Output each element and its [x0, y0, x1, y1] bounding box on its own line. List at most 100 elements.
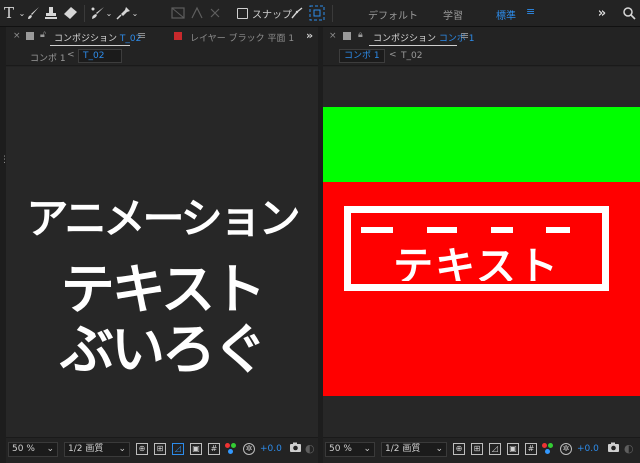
breadcrumb-arrow-icon: < — [67, 50, 75, 60]
fast-preview-icon[interactable]: ⊕ — [136, 443, 148, 455]
transparency-grid-icon[interactable]: ⊞ — [471, 443, 483, 455]
snap-options-icon[interactable] — [290, 4, 304, 23]
close-tab-icon[interactable]: × — [13, 31, 21, 41]
zoom-dropdown[interactable]: 50 % ⌄ — [8, 442, 58, 457]
animated-text: テキスト — [393, 247, 560, 281]
tab-menu-icon[interactable]: ≡ — [137, 29, 146, 42]
snapshot-camera-icon[interactable] — [607, 442, 620, 456]
type-tool-icon[interactable]: T — [2, 4, 16, 23]
exposure-value[interactable]: +0.0 — [577, 444, 599, 454]
after-effects-window: T ⌄ ⌄ ⌄ スナップ デフォルト 学習 標準 ≡ » ⋮ × 🔓︎ コンポジ… — [0, 0, 640, 463]
resolution-value: 1/2 画質 — [68, 444, 104, 454]
grid-guides-icon[interactable]: # — [208, 443, 220, 455]
resolution-value: 1/2 画質 — [385, 444, 421, 454]
workspace-overflow-icon[interactable]: » — [596, 4, 608, 23]
text-fragment — [491, 227, 513, 233]
toolbar-separator — [332, 5, 333, 22]
chevron-down-icon: ⌄ — [363, 444, 371, 454]
breadcrumb-t02[interactable]: T_02 — [78, 49, 122, 63]
transparency-grid-icon[interactable]: ⊞ — [154, 443, 166, 455]
mask-visibility-icon[interactable]: ◿ — [172, 443, 184, 455]
zoom-value: 50 % — [329, 444, 352, 454]
close-tab-icon[interactable]: × — [329, 31, 337, 41]
puppet-pin-icon[interactable] — [116, 4, 132, 23]
region-of-interest-icon[interactable]: ▣ — [190, 443, 202, 455]
puppet-flyout-icon[interactable]: ⌄ — [131, 4, 139, 23]
resolution-dropdown[interactable]: 1/2 画質 ⌄ — [381, 442, 447, 457]
mask-visibility-icon[interactable]: ◿ — [489, 443, 501, 455]
red-solid-layer: テキスト — [323, 182, 640, 396]
rgb-channels-icon[interactable] — [225, 443, 237, 455]
local-axis-icon[interactable] — [170, 4, 186, 23]
green-solid-layer — [323, 107, 640, 182]
tab-composition-t02[interactable]: コンポジション T_02 — [54, 31, 141, 44]
eraser-icon[interactable] — [62, 4, 78, 23]
grid-guides-icon[interactable]: # — [525, 443, 537, 455]
show-snapshot-icon[interactable]: ◐ — [305, 442, 315, 455]
active-tab-indicator — [369, 45, 457, 46]
panel-overflow-icon[interactable]: » — [306, 29, 313, 42]
workspace-standard[interactable]: 標準 — [496, 7, 516, 22]
zoom-dropdown[interactable]: 50 % ⌄ — [325, 442, 375, 457]
roto-flyout-icon[interactable]: ⌄ — [105, 4, 113, 23]
snap-target-icon[interactable] — [309, 4, 325, 23]
chevron-down-icon: ⌄ — [46, 444, 54, 454]
workspace-menu-icon[interactable]: ≡ — [526, 5, 535, 18]
color-management-icon[interactable]: ✲ — [560, 443, 572, 455]
breadcrumb: コンポ 1 < T_02 — [6, 48, 318, 66]
solid-layer-swatch-icon — [174, 32, 182, 40]
resolution-dropdown[interactable]: 1/2 画質 ⌄ — [64, 442, 130, 457]
show-snapshot-icon[interactable]: ◐ — [624, 442, 634, 455]
chevron-down-icon: ⌄ — [118, 444, 126, 454]
tab-prefix: コンポジション — [54, 34, 120, 44]
composition-viewer-right[interactable]: テキスト — [323, 67, 640, 437]
roto-brush-icon[interactable] — [90, 4, 106, 23]
world-axis-icon[interactable] — [190, 4, 204, 23]
text-fragment — [546, 227, 570, 233]
text-fragment — [361, 227, 393, 233]
breadcrumb-comp1[interactable]: コンポ 1 — [339, 49, 385, 63]
view-axis-icon[interactable] — [208, 4, 222, 23]
tools-toolbar: T ⌄ ⌄ ⌄ スナップ デフォルト 学習 標準 ≡ » — [0, 0, 640, 27]
composition-swatch-icon — [26, 32, 34, 40]
tab-menu-icon[interactable]: ≡ — [460, 29, 469, 42]
breadcrumb-comp1[interactable]: コンポ 1 — [30, 51, 66, 64]
tab-layer-black-solid[interactable]: レイヤー ブラック 平面 1 — [190, 31, 294, 44]
workspace-default[interactable]: デフォルト — [368, 7, 418, 22]
type-tool-flyout-icon[interactable]: ⌄ — [18, 4, 26, 23]
tab-prefix: コンポジション — [373, 34, 439, 44]
snapshot-camera-icon[interactable] — [289, 442, 302, 456]
viewer-footer-left: 50 % ⌄ 1/2 画質 ⌄ ⊕ ⊞ ◿ ▣ # ✲ +0.0 ◐ — [6, 437, 318, 463]
stamp-icon[interactable] — [44, 4, 58, 23]
color-management-icon[interactable]: ✲ — [243, 443, 255, 455]
composition-panel-right: × 🔒︎ コンポジション コンポ 1 ≡ コンポ 1 < T_02 テキスト 5… — [323, 27, 640, 463]
composition-viewer-left[interactable]: アニメーション テキスト ぶいろぐ — [6, 67, 318, 437]
toolbar-separator — [84, 5, 85, 22]
active-tab-indicator — [50, 45, 130, 46]
breadcrumb-arrow-icon: < — [389, 50, 397, 60]
viewer-footer-right: 50 % ⌄ 1/2 画質 ⌄ ⊕ ⊞ ◿ ▣ # ✲ +0.0 ◐ — [323, 437, 640, 463]
search-icon[interactable] — [622, 4, 636, 23]
viewer-text-line-3: ぶいろぐ — [60, 318, 267, 381]
rgb-channels-icon[interactable] — [542, 443, 554, 455]
composition-panel-left: × 🔓︎ コンポジション T_02 ≡ レイヤー ブラック 平面 1 » コンポ… — [6, 27, 318, 463]
region-of-interest-icon[interactable]: ▣ — [507, 443, 519, 455]
exposure-value[interactable]: +0.0 — [260, 444, 282, 454]
snap-checkbox[interactable] — [237, 8, 248, 19]
chevron-down-icon: ⌄ — [435, 444, 443, 454]
lock-icon[interactable]: 🔓︎ — [40, 30, 46, 40]
viewer-text-line-1: アニメーション — [26, 194, 300, 243]
breadcrumb: コンポ 1 < T_02 — [323, 48, 640, 66]
zoom-value: 50 % — [12, 444, 35, 454]
right-tab-bar: × 🔒︎ コンポジション コンポ 1 ≡ — [323, 27, 640, 47]
fast-preview-icon[interactable]: ⊕ — [453, 443, 465, 455]
white-frame-shape: テキスト — [344, 206, 609, 291]
brush-icon[interactable] — [27, 4, 41, 23]
workspace-learn[interactable]: 学習 — [443, 7, 463, 22]
breadcrumb-t02[interactable]: T_02 — [401, 51, 422, 61]
lock-icon[interactable]: 🔒︎ — [358, 30, 363, 40]
animated-text-fragments — [361, 227, 591, 233]
left-tab-bar: × 🔓︎ コンポジション T_02 ≡ レイヤー ブラック 平面 1 » — [6, 27, 318, 47]
text-fragment — [427, 227, 457, 233]
snap-label: スナップ — [252, 10, 292, 21]
